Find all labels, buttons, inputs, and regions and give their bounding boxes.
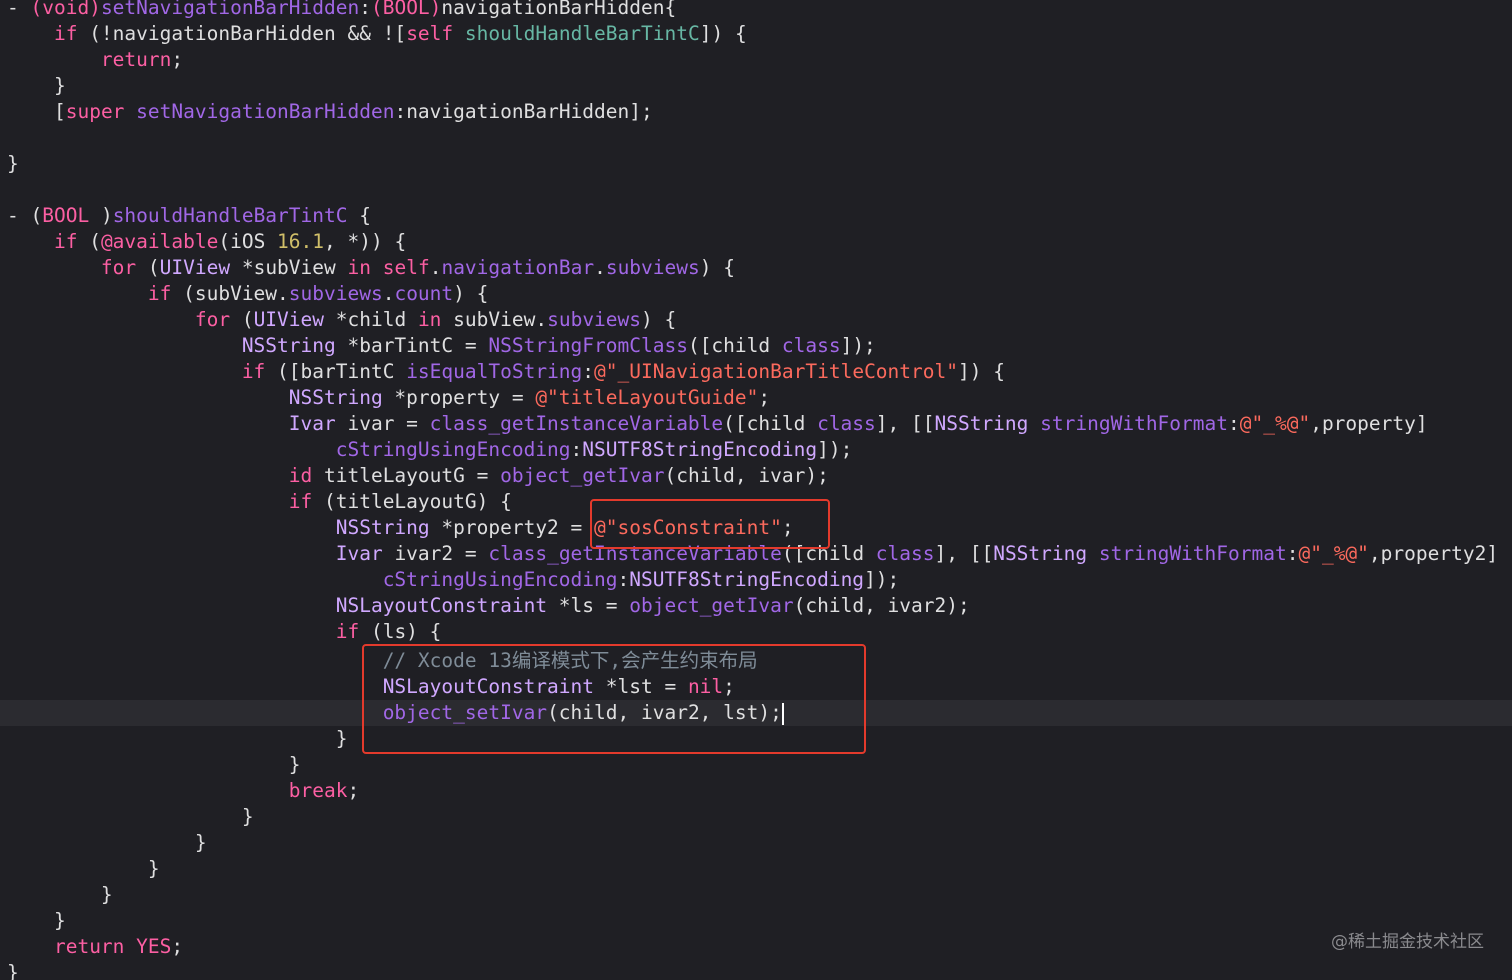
code-line: if (@available(iOS 16.1, *)) { — [53, 230, 407, 253]
code-line: [super setNavigationBarHidden:navigation… — [53, 100, 653, 123]
code-line: } — [53, 909, 66, 932]
code-line: if (titleLayoutG) { — [288, 490, 512, 513]
code-line: NSString *property = @"titleLayoutGuide"… — [288, 386, 771, 409]
code-line: - (void)setNavigationBarHidden:(BOOL)nav… — [7, 0, 677, 19]
code-line: NSString *barTintC = NSStringFromClass([… — [241, 334, 876, 357]
code-line: } — [241, 805, 254, 828]
code-line: if (!navigationBarHidden && ![self shoul… — [53, 22, 747, 45]
highlight-box-sosconstraint — [590, 499, 830, 549]
code-line: if (subView.subviews.count) { — [147, 282, 489, 305]
code-line: NSLayoutConstraint *ls = object_getIvar(… — [335, 594, 970, 617]
code-line: } — [100, 883, 113, 906]
code-line: if ([barTintC isEqualToString:@"_UINavig… — [241, 360, 1005, 383]
code-editor[interactable]: - (void)setNavigationBarHidden:(BOOL)nav… — [0, 0, 1512, 980]
code-line: } — [147, 857, 160, 880]
code-line: Ivar ivar = class_getInstanceVariable([c… — [288, 412, 1428, 435]
code-line: } — [194, 831, 207, 854]
code-line: } — [53, 74, 66, 97]
code-line: break; — [288, 779, 360, 802]
code-line: id titleLayoutG = object_getIvar(child, … — [288, 464, 829, 487]
code-line: for (UIView *child in subView.subviews) … — [194, 308, 677, 331]
code-line: cStringUsingEncoding:NSUTF8StringEncodin… — [382, 568, 900, 591]
highlight-box-setivar — [362, 644, 866, 754]
code-line: } — [335, 727, 348, 750]
code-line: } — [7, 152, 19, 175]
code-line: } — [288, 753, 301, 776]
watermark: @稀土掘金技术社区 — [1331, 932, 1484, 952]
code-line: return YES; — [53, 935, 184, 958]
code-line: } — [7, 961, 19, 980]
code-line: if (ls) { — [335, 620, 442, 643]
code-line: cStringUsingEncoding:NSUTF8StringEncodin… — [335, 438, 853, 461]
code-line: return; — [100, 48, 184, 71]
code-line: for (UIView *subView in self.navigationB… — [100, 256, 735, 279]
code-line: - (BOOL )shouldHandleBarTintC { — [7, 204, 371, 227]
